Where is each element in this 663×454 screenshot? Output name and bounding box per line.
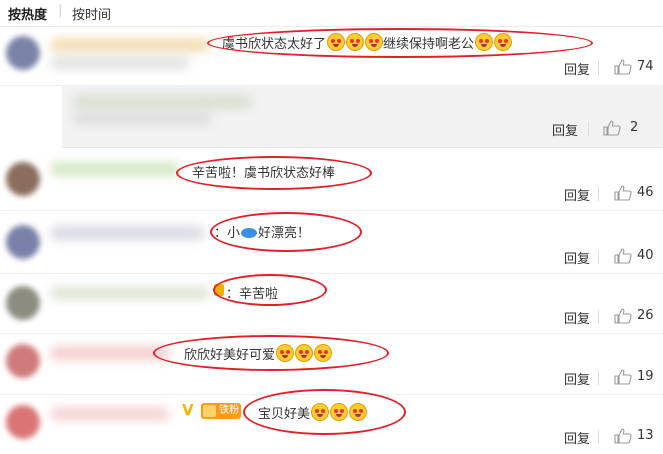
vip-icon: V — [182, 401, 194, 419]
comment-row: V 铁粉 宝贝好美 回复 13 — [0, 389, 663, 454]
blurred-content — [72, 95, 252, 109]
highlight-ellipse — [153, 335, 389, 371]
avatar[interactable] — [6, 344, 40, 378]
comment-row: 辛苦啦！虞书欣状态好棒 回复 46 — [0, 148, 663, 211]
blurred-content — [72, 111, 212, 125]
thumbs-up-icon[interactable] — [614, 308, 632, 324]
tab-separator: | — [58, 3, 63, 18]
like-count: 40 — [637, 248, 654, 263]
like-count: 46 — [637, 185, 654, 200]
reply-button[interactable]: 回复 — [564, 59, 590, 78]
sort-tabs: 按热度 | 按时间 — [0, 0, 663, 27]
reply-button[interactable]: 回复 — [564, 428, 590, 447]
blurred-username — [50, 346, 170, 360]
tab-by-popularity[interactable]: 按热度 — [8, 4, 47, 23]
highlight-ellipse — [243, 389, 406, 435]
sub-reply-block: 回复 2 — [62, 85, 663, 148]
thumbs-up-icon[interactable] — [603, 120, 621, 136]
highlight-ellipse — [210, 212, 362, 252]
reply-button[interactable]: 回复 — [564, 248, 590, 267]
like-count: 26 — [637, 308, 654, 323]
thumbs-up-icon[interactable] — [614, 185, 632, 201]
divider — [598, 371, 599, 385]
blurred-username — [50, 286, 210, 300]
fan-badge-icon: 铁粉 — [201, 403, 241, 419]
thumbs-up-icon[interactable] — [614, 248, 632, 264]
like-count: 13 — [637, 428, 654, 443]
reply-button[interactable]: 回复 — [564, 308, 590, 327]
divider — [598, 310, 599, 324]
like-count: 2 — [630, 120, 639, 135]
reply-button[interactable]: 回复 — [564, 369, 590, 388]
highlight-ellipse — [207, 28, 593, 58]
thumbs-up-icon[interactable] — [614, 428, 632, 444]
blurred-username — [50, 38, 210, 52]
blurred-content — [50, 56, 190, 70]
like-count: 19 — [637, 369, 654, 384]
thumbs-up-icon[interactable] — [614, 369, 632, 385]
divider — [598, 250, 599, 264]
divider — [588, 122, 589, 136]
tab-by-time[interactable]: 按时间 — [72, 4, 111, 23]
blurred-username — [50, 162, 180, 176]
comment-row: 欣欣好美好可爱 回复 19 — [0, 334, 663, 395]
like-count: 74 — [637, 59, 654, 74]
divider — [598, 187, 599, 201]
avatar[interactable] — [6, 286, 40, 320]
blurred-username — [50, 226, 205, 240]
avatar[interactable] — [6, 225, 40, 259]
highlight-ellipse — [176, 156, 372, 190]
avatar[interactable] — [6, 405, 40, 439]
avatar[interactable] — [6, 36, 40, 70]
avatar[interactable] — [6, 162, 40, 196]
reply-button[interactable]: 回复 — [552, 120, 578, 139]
reply-button[interactable]: 回复 — [564, 185, 590, 204]
highlight-ellipse — [213, 274, 327, 306]
thumbs-up-icon[interactable] — [614, 59, 632, 75]
blurred-username — [50, 407, 170, 421]
comment-row: ：辛苦啦 回复 26 — [0, 274, 663, 334]
divider — [598, 61, 599, 75]
divider — [598, 430, 599, 444]
comment-row: ：小 好漂亮！ 回复 40 — [0, 211, 663, 274]
comment-row: 虞书欣状态太好了 继续保持啊老公 回复 74 — [0, 26, 663, 86]
